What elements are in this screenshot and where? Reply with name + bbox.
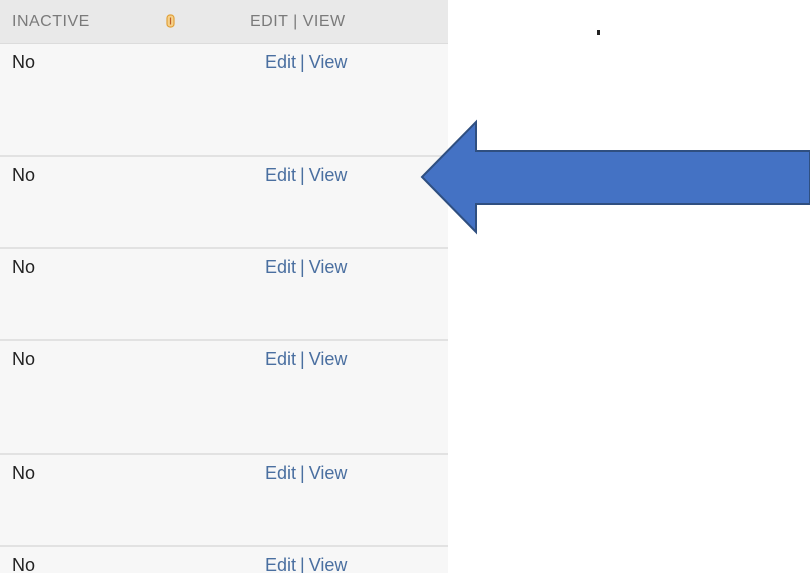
left-arrow-icon xyxy=(420,119,810,235)
screenshot-canvas: INACTIVE EDIT | VIEW No Edit | View No Edi… xyxy=(0,0,810,573)
